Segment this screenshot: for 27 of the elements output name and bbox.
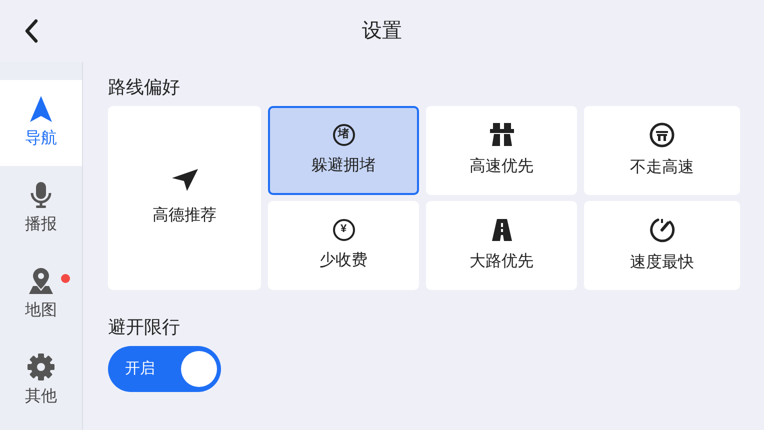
- sidebar-tab[interactable]: 导航: [0, 80, 82, 166]
- circle-glyph-icon: ¥: [332, 218, 354, 240]
- road-icon: [490, 218, 512, 242]
- route-option[interactable]: 大路优先: [426, 201, 577, 290]
- route-option[interactable]: ¥ 少收费: [268, 201, 419, 290]
- toggle-switch[interactable]: 开启: [108, 346, 221, 392]
- route-option[interactable]: 高德推荐: [108, 106, 261, 290]
- route-option[interactable]: 堵 躲避拥堵: [268, 106, 419, 195]
- section-title: 避开限行: [108, 316, 181, 338]
- speedometer-icon: [649, 216, 675, 242]
- page-title: 设置: [362, 19, 402, 44]
- microphone-icon: [30, 181, 52, 209]
- navigation-arrow-icon: [29, 95, 53, 123]
- route-option[interactable]: 速度最快: [584, 201, 740, 290]
- circle-glyph-icon: 堵: [332, 124, 354, 146]
- route-option[interactable]: 高速优先: [426, 106, 577, 195]
- gear-icon: [27, 353, 55, 381]
- sidebar-tab[interactable]: 地图: [0, 252, 82, 338]
- route-option[interactable]: 不走高速: [584, 106, 740, 195]
- section-title: 路线偏好: [108, 76, 181, 98]
- highway-icon: [488, 122, 514, 146]
- sidebar-tab[interactable]: 其他: [0, 338, 82, 424]
- map-pin-icon: [28, 267, 54, 295]
- sidebar-tab[interactable]: 播报: [0, 166, 82, 252]
- highway-sign-icon: [649, 122, 675, 148]
- back-icon: [24, 19, 38, 43]
- paper-plane-icon: [170, 168, 198, 192]
